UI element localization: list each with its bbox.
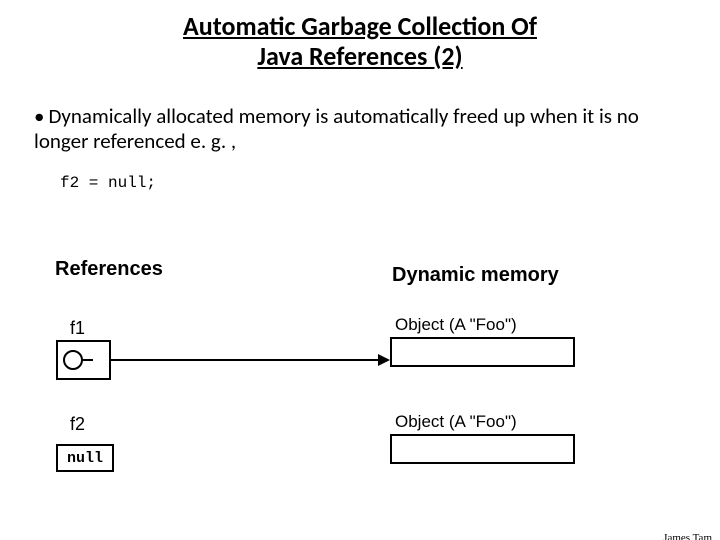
object1-label: Object (A "Foo") [395,315,517,335]
f1-label: f1 [70,318,85,339]
pointer-tick [83,359,93,361]
null-box: null [56,444,114,472]
bullet-text: Dynamically allocated memory is automati… [34,103,639,154]
title-line-1: Automatic Garbage Collection Of [183,10,537,42]
object2-box [390,434,575,464]
bullet-paragraph: •Dynamically allocated memory is automat… [34,104,690,154]
object2-label: Object (A "Foo") [395,412,517,432]
author-credit: James Tam [663,532,712,540]
references-heading: References [55,258,163,281]
null-text: null [67,450,103,467]
pointer-origin-circle [63,350,83,370]
f2-label: f2 [70,414,85,435]
bullet-dot: • [34,104,44,129]
pointer-arrow-line [111,359,378,361]
code-sample: f2 = null; [60,174,156,192]
object1-box [390,337,575,367]
pointer-arrow-head [378,354,390,366]
title-line-2: Java References (2) [257,40,462,72]
slide-title: Automatic Garbage Collection Of Java Ref… [0,12,720,72]
dynamic-memory-heading: Dynamic memory [392,264,559,287]
